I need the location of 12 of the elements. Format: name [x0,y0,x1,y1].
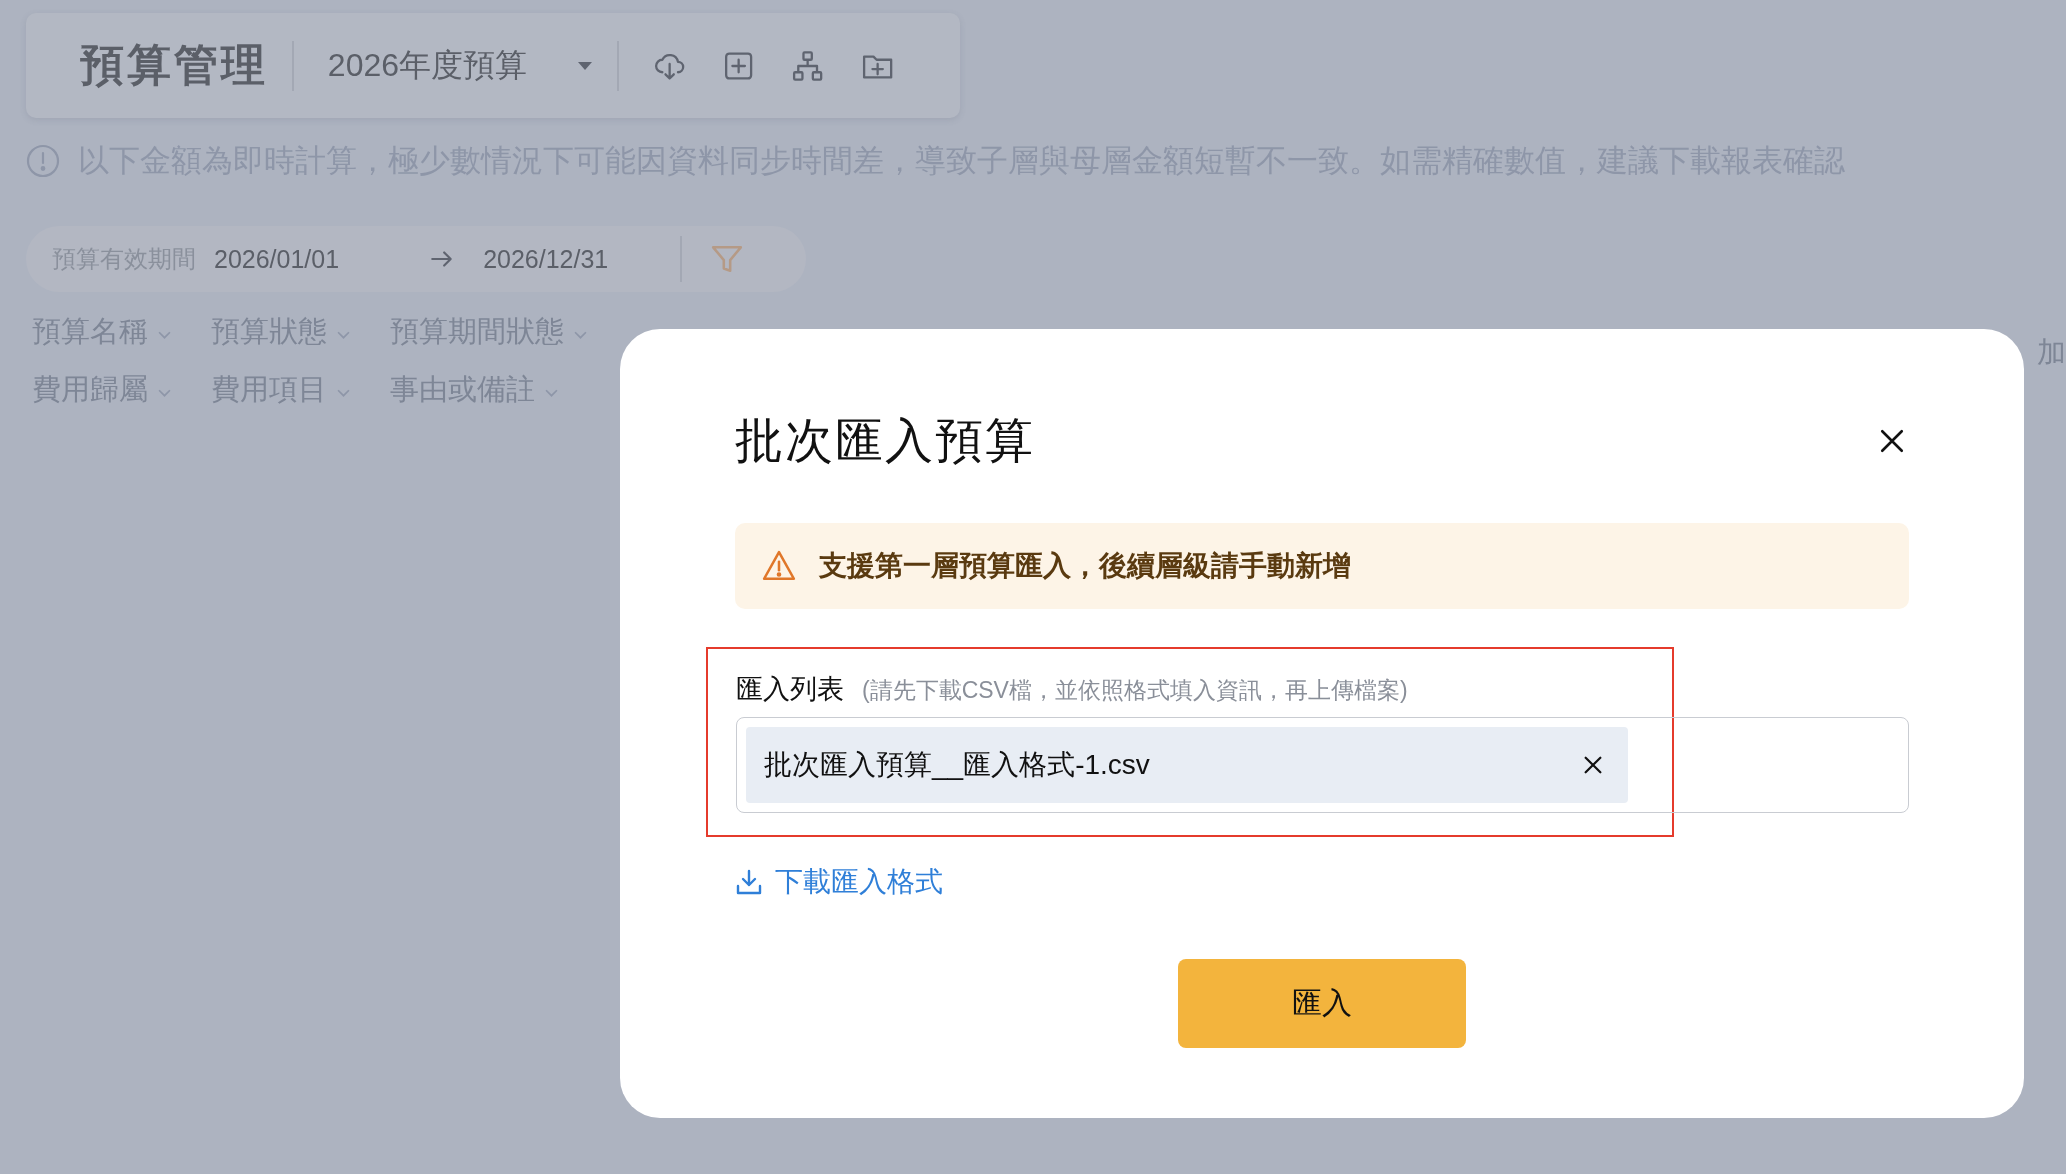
warning-text: 支援第一層預算匯入，後續層級請手動新增 [819,549,1351,583]
start-date: 2026/01/01 [214,244,340,274]
field-hint: (請先下載CSV檔，並依照格式填入資訊，再上傳檔案) [862,676,1408,705]
download-template-link[interactable]: 下載匯入格式 [735,863,943,901]
budget-select[interactable]: 2026年度預算 [327,43,594,88]
file-name: 批次匯入預算__匯入格式-1.csv [764,748,1150,782]
dialog-title: 批次匯入預算 [735,413,1035,469]
page-title: 預算管理 [80,39,268,91]
import-button[interactable]: 匯入 [1178,959,1466,1048]
end-date: 2026/12/31 [483,244,609,274]
upload-field[interactable]: 批次匯入預算__匯入格式-1.csv [736,717,1909,813]
field-label: 匯入列表 [736,673,844,706]
